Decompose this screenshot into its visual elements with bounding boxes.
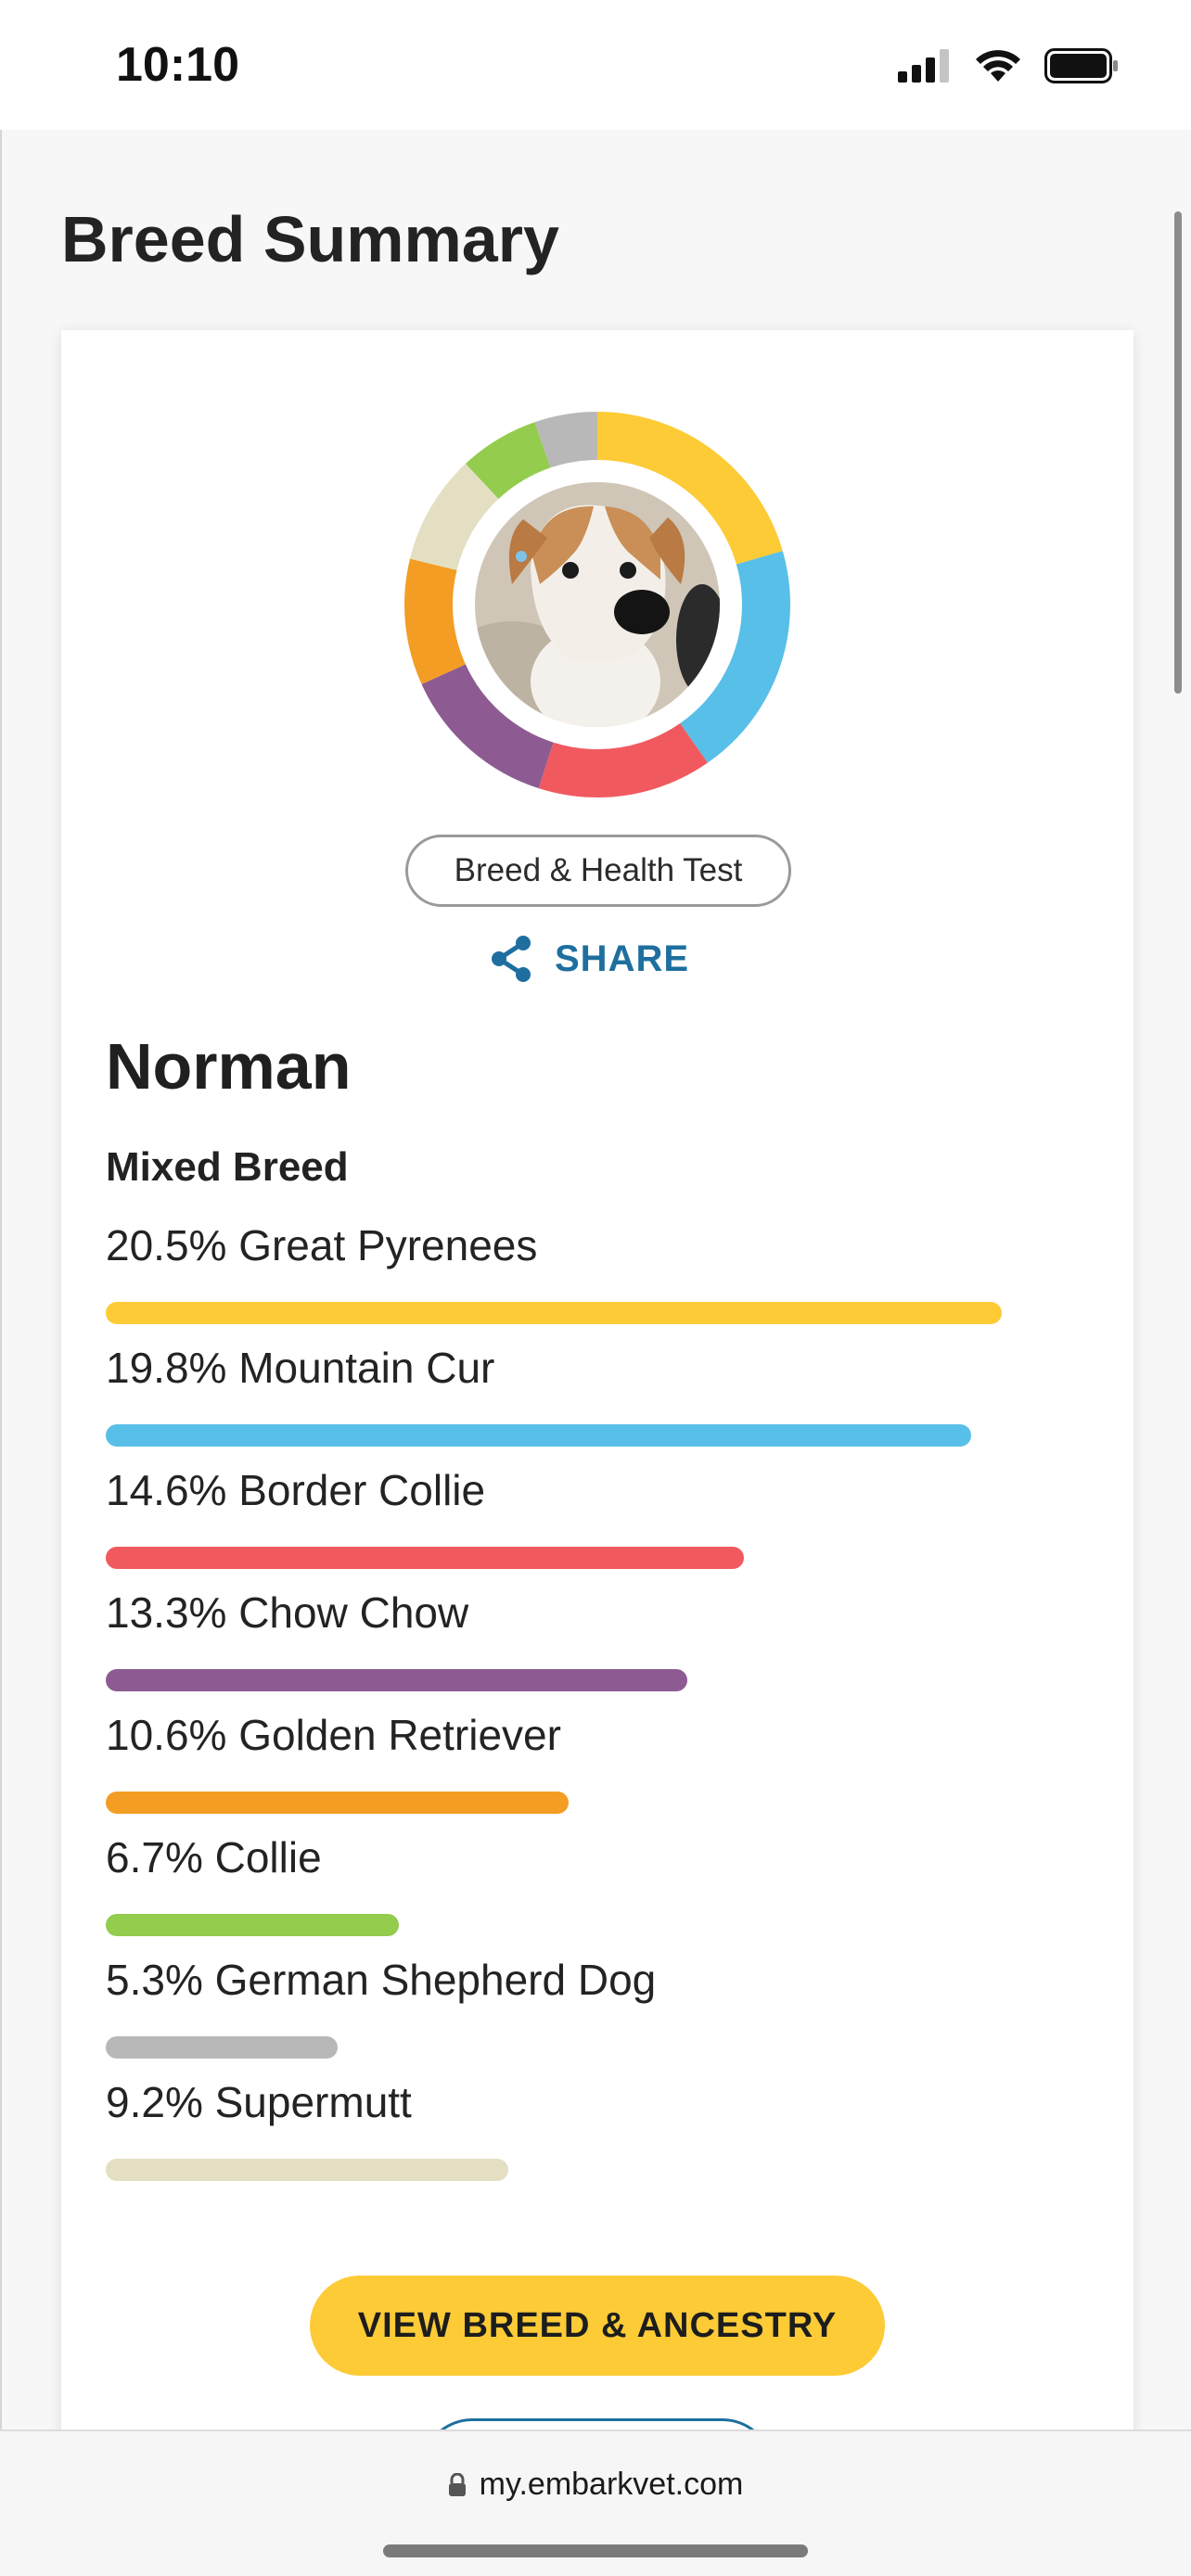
scrollbar-thumb[interactable] bbox=[1174, 211, 1182, 694]
web-page: Breed Summary Breed & Health Test SHARE … bbox=[0, 130, 1191, 2429]
breed-row: 14.6% Border Collie bbox=[106, 1465, 1089, 1588]
share-label: SHARE bbox=[555, 937, 690, 979]
breed-donut-chart bbox=[404, 412, 790, 797]
breed-label: 20.5% Great Pyrenees bbox=[106, 1221, 538, 1269]
page-title: Breed Summary bbox=[61, 203, 559, 275]
url-field[interactable]: my.embarkvet.com bbox=[0, 2467, 1191, 2503]
dog-name: Norman bbox=[106, 1030, 352, 1103]
breed-label: 5.3% German Shepherd Dog bbox=[106, 1956, 657, 2004]
share-button[interactable]: SHARE bbox=[488, 931, 689, 987]
dog-photo bbox=[475, 482, 720, 727]
test-type-badge: Breed & Health Test bbox=[405, 835, 791, 907]
breed-list: 20.5% Great Pyrenees 19.8% Mountain Cur … bbox=[106, 1220, 1089, 2200]
breed-type: Mixed Breed bbox=[106, 1144, 349, 1190]
breed-label: 19.8% Mountain Cur bbox=[106, 1344, 495, 1392]
view-breed-ancestry-button[interactable]: VIEW BREED & ANCESTRY bbox=[310, 2276, 885, 2376]
breed-bar bbox=[106, 2036, 338, 2059]
breed-row: 20.5% Great Pyrenees bbox=[106, 1220, 1089, 1343]
breed-bar bbox=[106, 1914, 399, 1936]
browser-address-bar: my.embarkvet.com bbox=[0, 2429, 1191, 2576]
share-icon bbox=[492, 936, 531, 982]
secondary-action-button[interactable] bbox=[421, 2418, 774, 2429]
status-time: 10:10 bbox=[116, 38, 239, 92]
cellular-signal-icon bbox=[898, 49, 949, 83]
breed-row: 6.7% Collie bbox=[106, 1832, 1089, 1955]
breed-label: 13.3% Chow Chow bbox=[106, 1588, 469, 1637]
breed-row: 9.2% Supermutt bbox=[106, 2077, 1089, 2200]
breed-bar bbox=[106, 1669, 687, 1691]
breed-row: 10.6% Golden Retriever bbox=[106, 1710, 1089, 1832]
breed-bar bbox=[106, 2159, 508, 2181]
breed-row: 13.3% Chow Chow bbox=[106, 1588, 1089, 1710]
home-indicator[interactable] bbox=[383, 2544, 808, 2557]
status-bar: 10:10 bbox=[0, 0, 1191, 130]
url-text: my.embarkvet.com bbox=[479, 2467, 744, 2502]
breed-row: 19.8% Mountain Cur bbox=[106, 1343, 1089, 1465]
breed-bar bbox=[106, 1792, 569, 1814]
breed-bar bbox=[106, 1424, 971, 1447]
breed-label: 9.2% Supermutt bbox=[106, 2078, 412, 2126]
breed-bar bbox=[106, 1547, 744, 1569]
breed-label: 14.6% Border Collie bbox=[106, 1466, 486, 1514]
wifi-icon bbox=[976, 50, 1020, 82]
breed-label: 10.6% Golden Retriever bbox=[106, 1711, 561, 1759]
lock-icon bbox=[448, 2472, 466, 2496]
status-icons bbox=[898, 48, 1119, 83]
battery-icon bbox=[1044, 48, 1118, 83]
breed-label: 6.7% Collie bbox=[106, 1833, 322, 1881]
breed-bar bbox=[106, 1302, 1002, 1324]
breed-row: 5.3% German Shepherd Dog bbox=[106, 1955, 1089, 2077]
breed-summary-card: Breed & Health Test SHARE Norman Mixed B… bbox=[61, 330, 1133, 2429]
